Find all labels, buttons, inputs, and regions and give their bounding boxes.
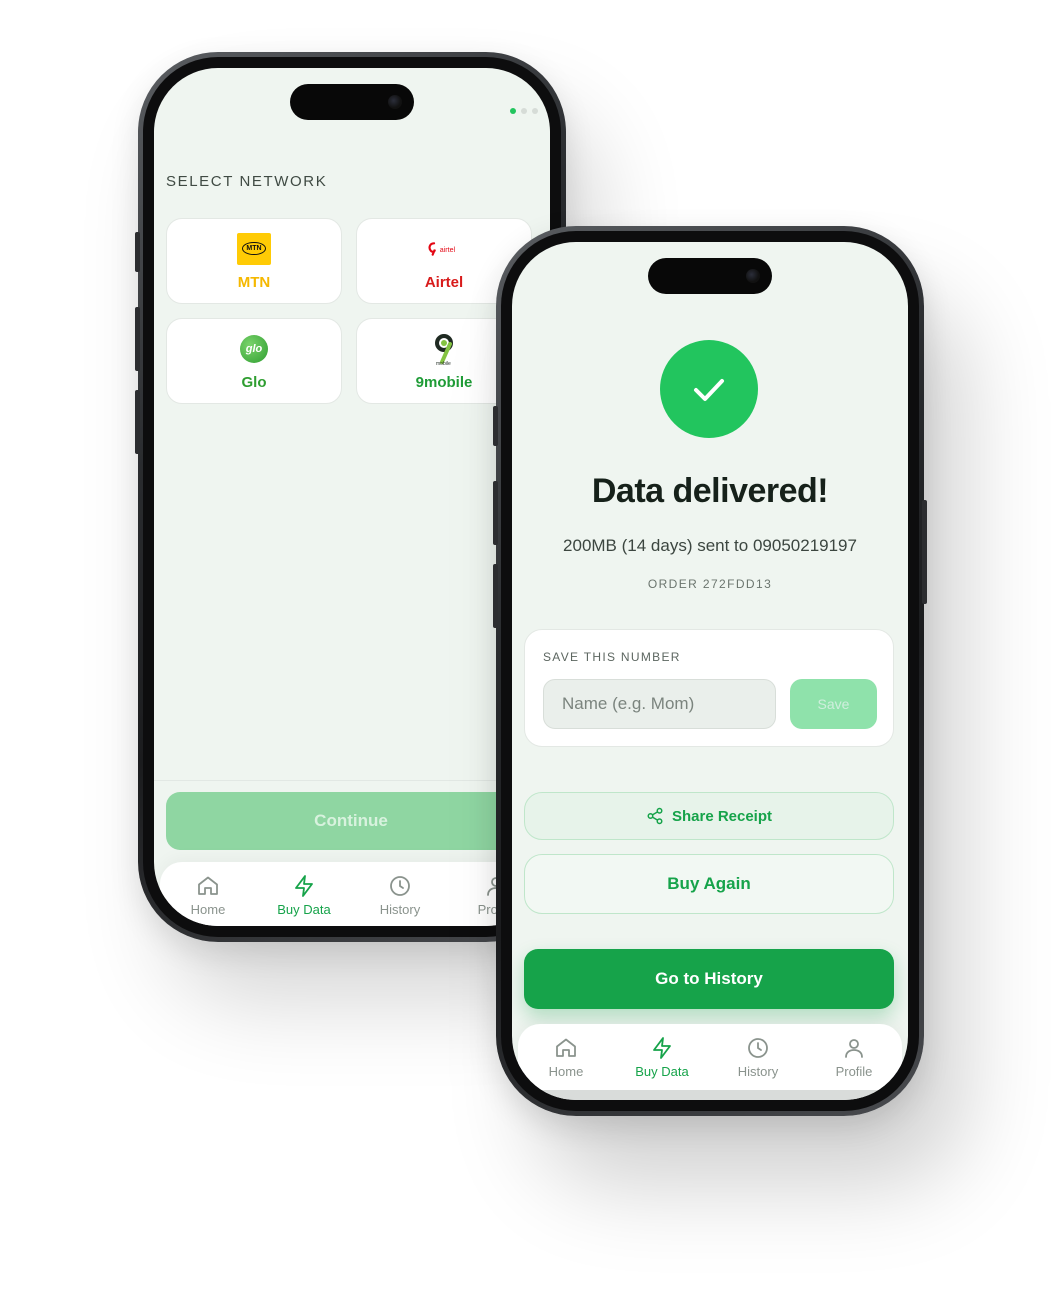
screen-select-network: SELECT NETWORK MTN MTN airtel Airtel glo… [154,68,550,926]
order-id: ORDER 272FDD13 [647,577,773,591]
dynamic-island [648,258,772,294]
share-receipt-label: Share Receipt [671,807,773,825]
save-button[interactable]: Save [790,679,877,729]
airtel-logo-icon: airtel [427,232,461,266]
save-card-title: SAVE THIS NUMBER [543,650,681,664]
continue-button[interactable]: Continue [166,792,536,850]
clock-icon [390,875,410,896]
volume-down-button [493,564,498,628]
tab-history[interactable]: History [355,874,445,917]
mtn-logo-icon: MTN [237,232,271,266]
tab-buy-data[interactable]: Buy Data [259,874,349,917]
network-card-mtn[interactable]: MTN MTN [166,218,342,304]
home-icon [556,1038,576,1057]
mute-switch [135,232,140,272]
tab-label: History [379,901,421,917]
mute-switch [493,406,498,446]
page-indicator [510,108,538,114]
user-icon [845,1038,863,1058]
camera-icon [388,95,402,109]
phone-data-delivered: Data delivered! 200MB (14 days) sent to … [493,226,927,1116]
check-icon [694,379,724,401]
tab-label: Profile [835,1063,873,1079]
9mobile-logo-icon: mobile [427,332,461,366]
page-dot [532,108,538,114]
network-label-9mobile: 9mobile [415,373,473,391]
share-receipt-button[interactable]: Share Receipt [524,792,894,840]
tab-home[interactable]: Home [163,874,253,917]
phone-bezel: Data delivered! 200MB (14 days) sent to … [501,231,919,1111]
contact-name-input[interactable] [543,679,776,729]
home-indicator-area [512,1090,908,1100]
home-icon [198,876,218,895]
camera-icon [746,269,760,283]
buy-again-button[interactable]: Buy Again [524,854,894,914]
bolt-icon [295,874,313,897]
tab-buy-data[interactable]: Buy Data [617,1036,707,1079]
divider [154,780,550,781]
section-title: SELECT NETWORK [166,173,328,190]
network-label-airtel: Airtel [424,273,464,291]
tab-label: Buy Data [635,1063,689,1079]
tab-bar: Home Buy Data History Profile [518,1024,902,1090]
bolt-icon [653,1036,671,1059]
tab-label: Buy Data [277,901,331,917]
delivery-message: 200MB (14 days) sent to 09050219197 [563,536,857,555]
glo-logo-icon: glo [237,332,271,366]
tab-profile[interactable]: Profile [809,1036,899,1079]
tab-label: History [737,1063,779,1079]
tab-label: Home [548,1063,584,1079]
page-title: Data delivered! [591,472,829,510]
tab-home[interactable]: Home [521,1036,611,1079]
share-icon [647,807,663,825]
svg-text:mobile: mobile [436,361,451,366]
success-badge [660,340,758,438]
power-button [922,500,927,604]
clock-icon [748,1037,768,1058]
tab-history[interactable]: History [713,1036,803,1079]
go-to-history-button[interactable]: Go to History [524,949,894,1009]
volume-down-button [135,390,140,454]
network-label-mtn: MTN [237,273,271,291]
tab-bar: Home Buy Data History Profile [160,862,544,926]
page-dot-active [510,108,516,114]
page-dot [521,108,527,114]
network-label-glo: Glo [241,373,267,391]
tab-label: Home [190,901,226,917]
dynamic-island [290,84,414,120]
screen-data-delivered: Data delivered! 200MB (14 days) sent to … [512,242,908,1100]
save-number-card: SAVE THIS NUMBER Save [524,629,894,747]
mockup-stage: SELECT NETWORK MTN MTN airtel Airtel glo… [0,0,1061,1304]
network-card-glo[interactable]: glo Glo [166,318,342,404]
volume-up-button [493,481,498,545]
network-grid: MTN MTN airtel Airtel glo Glo mobile 9mo… [166,218,532,404]
svg-text:airtel: airtel [440,245,456,253]
volume-up-button [135,307,140,371]
